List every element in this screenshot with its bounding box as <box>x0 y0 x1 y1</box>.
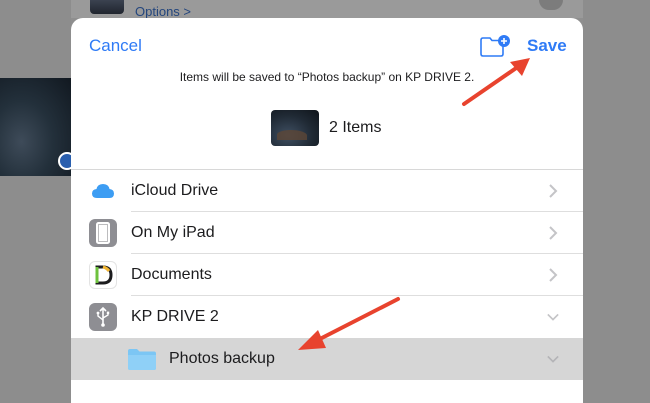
background-right <box>583 0 650 403</box>
background-left <box>0 0 71 403</box>
save-button[interactable]: Save <box>527 36 567 56</box>
location-row-on-my-ipad[interactable]: On My iPad <box>71 212 583 254</box>
location-row-kp-drive-2[interactable]: KP DRIVE 2 <box>71 296 583 338</box>
background-thumbnail <box>90 0 124 14</box>
location-row-photos-backup[interactable]: Photos backup <box>71 338 583 380</box>
icloud-icon <box>89 177 117 205</box>
items-thumbnail <box>271 110 319 146</box>
location-label: Photos backup <box>169 350 275 367</box>
location-label: iCloud Drive <box>131 182 219 199</box>
items-count-label: 2 Items <box>329 119 382 136</box>
folder-icon <box>128 349 156 370</box>
save-destination-message: Items will be saved to “Photos backup” o… <box>179 70 475 84</box>
cancel-button[interactable]: Cancel <box>89 36 142 56</box>
chevron-down-icon <box>547 313 559 321</box>
location-row-icloud-drive[interactable]: iCloud Drive <box>71 170 583 212</box>
location-label: KP DRIVE 2 <box>131 308 219 325</box>
save-sheet: Cancel Save Items will be saved to “Phot… <box>71 18 583 403</box>
usb-icon <box>89 303 117 331</box>
folder-plus-icon[interactable] <box>479 34 511 58</box>
location-label: Documents <box>131 266 212 283</box>
background-options-link: Options > <box>135 4 192 19</box>
ipad-icon <box>89 219 117 247</box>
location-row-documents[interactable]: Documents <box>71 254 583 296</box>
chevron-right-icon <box>549 184 558 198</box>
chevron-right-icon <box>549 268 558 282</box>
items-summary: 2 Items <box>271 110 381 146</box>
chevron-right-icon <box>549 226 558 240</box>
location-label: On My iPad <box>131 224 215 241</box>
documents-app-icon <box>89 261 117 289</box>
chevron-down-icon <box>547 355 559 363</box>
location-list: iCloud Drive On My iPad Documents KP DRI… <box>71 169 583 380</box>
